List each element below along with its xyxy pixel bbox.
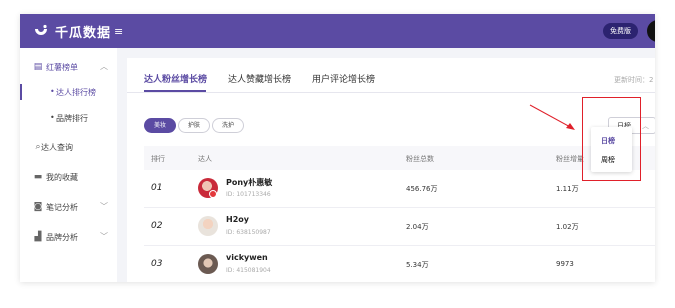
header-fans-increase: 粉丝增量: [556, 155, 584, 163]
fans-total: 2.04万: [406, 223, 429, 231]
tab-divider: [127, 92, 655, 93]
table-row[interactable]: 01 Pony朴惠敏 ID: 101713346 456.76万 1.11万: [144, 170, 655, 208]
category-chip-haircare[interactable]: 洗护: [212, 118, 245, 133]
chart-icon: ◙: [33, 202, 43, 212]
influencer-id: ID: 638150987: [226, 229, 271, 236]
sidebar-subitem-label: 品牌排行: [56, 114, 88, 123]
sidebar-item-influencer-search[interactable]: ⌕ 达人查询: [20, 134, 117, 160]
list-icon: ▤: [33, 62, 43, 72]
folder-icon: ▬: [33, 172, 43, 182]
header-rank: 排行: [151, 155, 165, 163]
period-option-weekly[interactable]: 周榜: [601, 155, 615, 165]
table-header: 排行 达人 粉丝总数 粉丝增量: [144, 146, 655, 170]
top-bar: 千瓜数据 ≡ 免费版: [20, 14, 655, 48]
update-time: 更新时间：2: [614, 76, 654, 84]
sidebar-item-label: 我的收藏: [46, 173, 78, 182]
tab-comments-growth[interactable]: 用户评论增长榜: [312, 72, 375, 85]
plan-badge[interactable]: 免费版: [603, 23, 638, 39]
influencer-id: ID: 101713346: [226, 191, 271, 198]
period-dropdown-menu: 日榜 周榜: [591, 127, 632, 172]
sidebar-item-label: 达人查询: [41, 143, 73, 152]
main-panel: 达人粉丝增长榜 达人赞藏增长榜 用户评论增长榜 更新时间：2 美妆 护肤 洗护 …: [127, 58, 655, 282]
influencer-id: ID: 415081904: [226, 267, 271, 274]
sidebar-subitem-influencer-ranking[interactable]: • 达人排行榜: [20, 80, 117, 104]
app-name: 千瓜数据: [55, 26, 112, 41]
influencer-name[interactable]: vickywen: [226, 253, 268, 262]
sidebar-item-rankings[interactable]: ▤ 红薯榜单 ︿: [20, 54, 117, 80]
fans-total: 5.34万: [406, 261, 429, 269]
chevron-up-icon: ︿: [100, 62, 108, 71]
avatar: [198, 216, 218, 236]
chevron-up-icon: ︿: [642, 122, 649, 130]
tab-likes-growth[interactable]: 达人赞藏增长榜: [228, 72, 291, 85]
sidebar-item-note-analysis[interactable]: ◙ 笔记分析 ﹀: [20, 194, 117, 220]
app-window: 千瓜数据 ≡ 免费版 ▤ 红薯榜单 ︿ • 达人排行榜 • 品牌排行 ⌕ 达人查…: [20, 14, 655, 282]
verified-badge-icon: [209, 190, 217, 198]
sidebar-subitem-brand-ranking[interactable]: • 品牌排行: [20, 106, 117, 130]
influencer-name[interactable]: Pony朴惠敏: [226, 177, 272, 188]
tab-fans-growth[interactable]: 达人粉丝增长榜: [144, 72, 207, 85]
rank-number: 01: [151, 183, 163, 193]
header-influencer: 达人: [198, 155, 212, 163]
category-chip-makeup[interactable]: 美妆: [144, 118, 177, 133]
fans-increase: 1.02万: [556, 223, 579, 231]
sidebar-item-brand-analysis[interactable]: ▟ 品牌分析 ﹀: [20, 224, 117, 250]
rank-number: 02: [151, 221, 163, 231]
fans-total: 456.76万: [406, 185, 438, 193]
chevron-down-icon: ﹀: [100, 202, 108, 211]
sidebar-item-label: 笔记分析: [46, 203, 78, 212]
chevron-down-icon: ﹀: [100, 232, 108, 241]
sidebar-item-label: 品牌分析: [46, 233, 78, 242]
header-fans-total: 粉丝总数: [406, 155, 434, 163]
sidebar: ▤ 红薯榜单 ︿ • 达人排行榜 • 品牌排行 ⌕ 达人查询 ▬ 我的收藏 ◙ …: [20, 48, 117, 282]
table-row[interactable]: 02 H2oy ID: 638150987 2.04万 1.02万: [144, 208, 655, 246]
sidebar-item-favorites[interactable]: ▬ 我的收藏: [20, 164, 117, 190]
category-chip-skincare[interactable]: 护肤: [178, 118, 211, 133]
user-avatar[interactable]: [647, 20, 655, 42]
period-option-daily[interactable]: 日榜: [601, 136, 615, 146]
sidebar-subitem-label: 达人排行榜: [56, 88, 96, 97]
rank-number: 03: [151, 259, 163, 269]
fans-increase: 1.11万: [556, 185, 579, 193]
logo-icon: [35, 24, 47, 35]
menu-toggle-icon[interactable]: ≡: [114, 25, 123, 38]
bar-chart-icon: ▟: [34, 232, 42, 242]
sidebar-item-label: 红薯榜单: [46, 63, 78, 72]
fans-increase: 9973: [556, 260, 574, 268]
avatar: [198, 254, 218, 274]
table-row[interactable]: 03 vickywen ID: 415081904 5.34万 9973: [144, 246, 655, 282]
influencer-name[interactable]: H2oy: [226, 215, 249, 224]
